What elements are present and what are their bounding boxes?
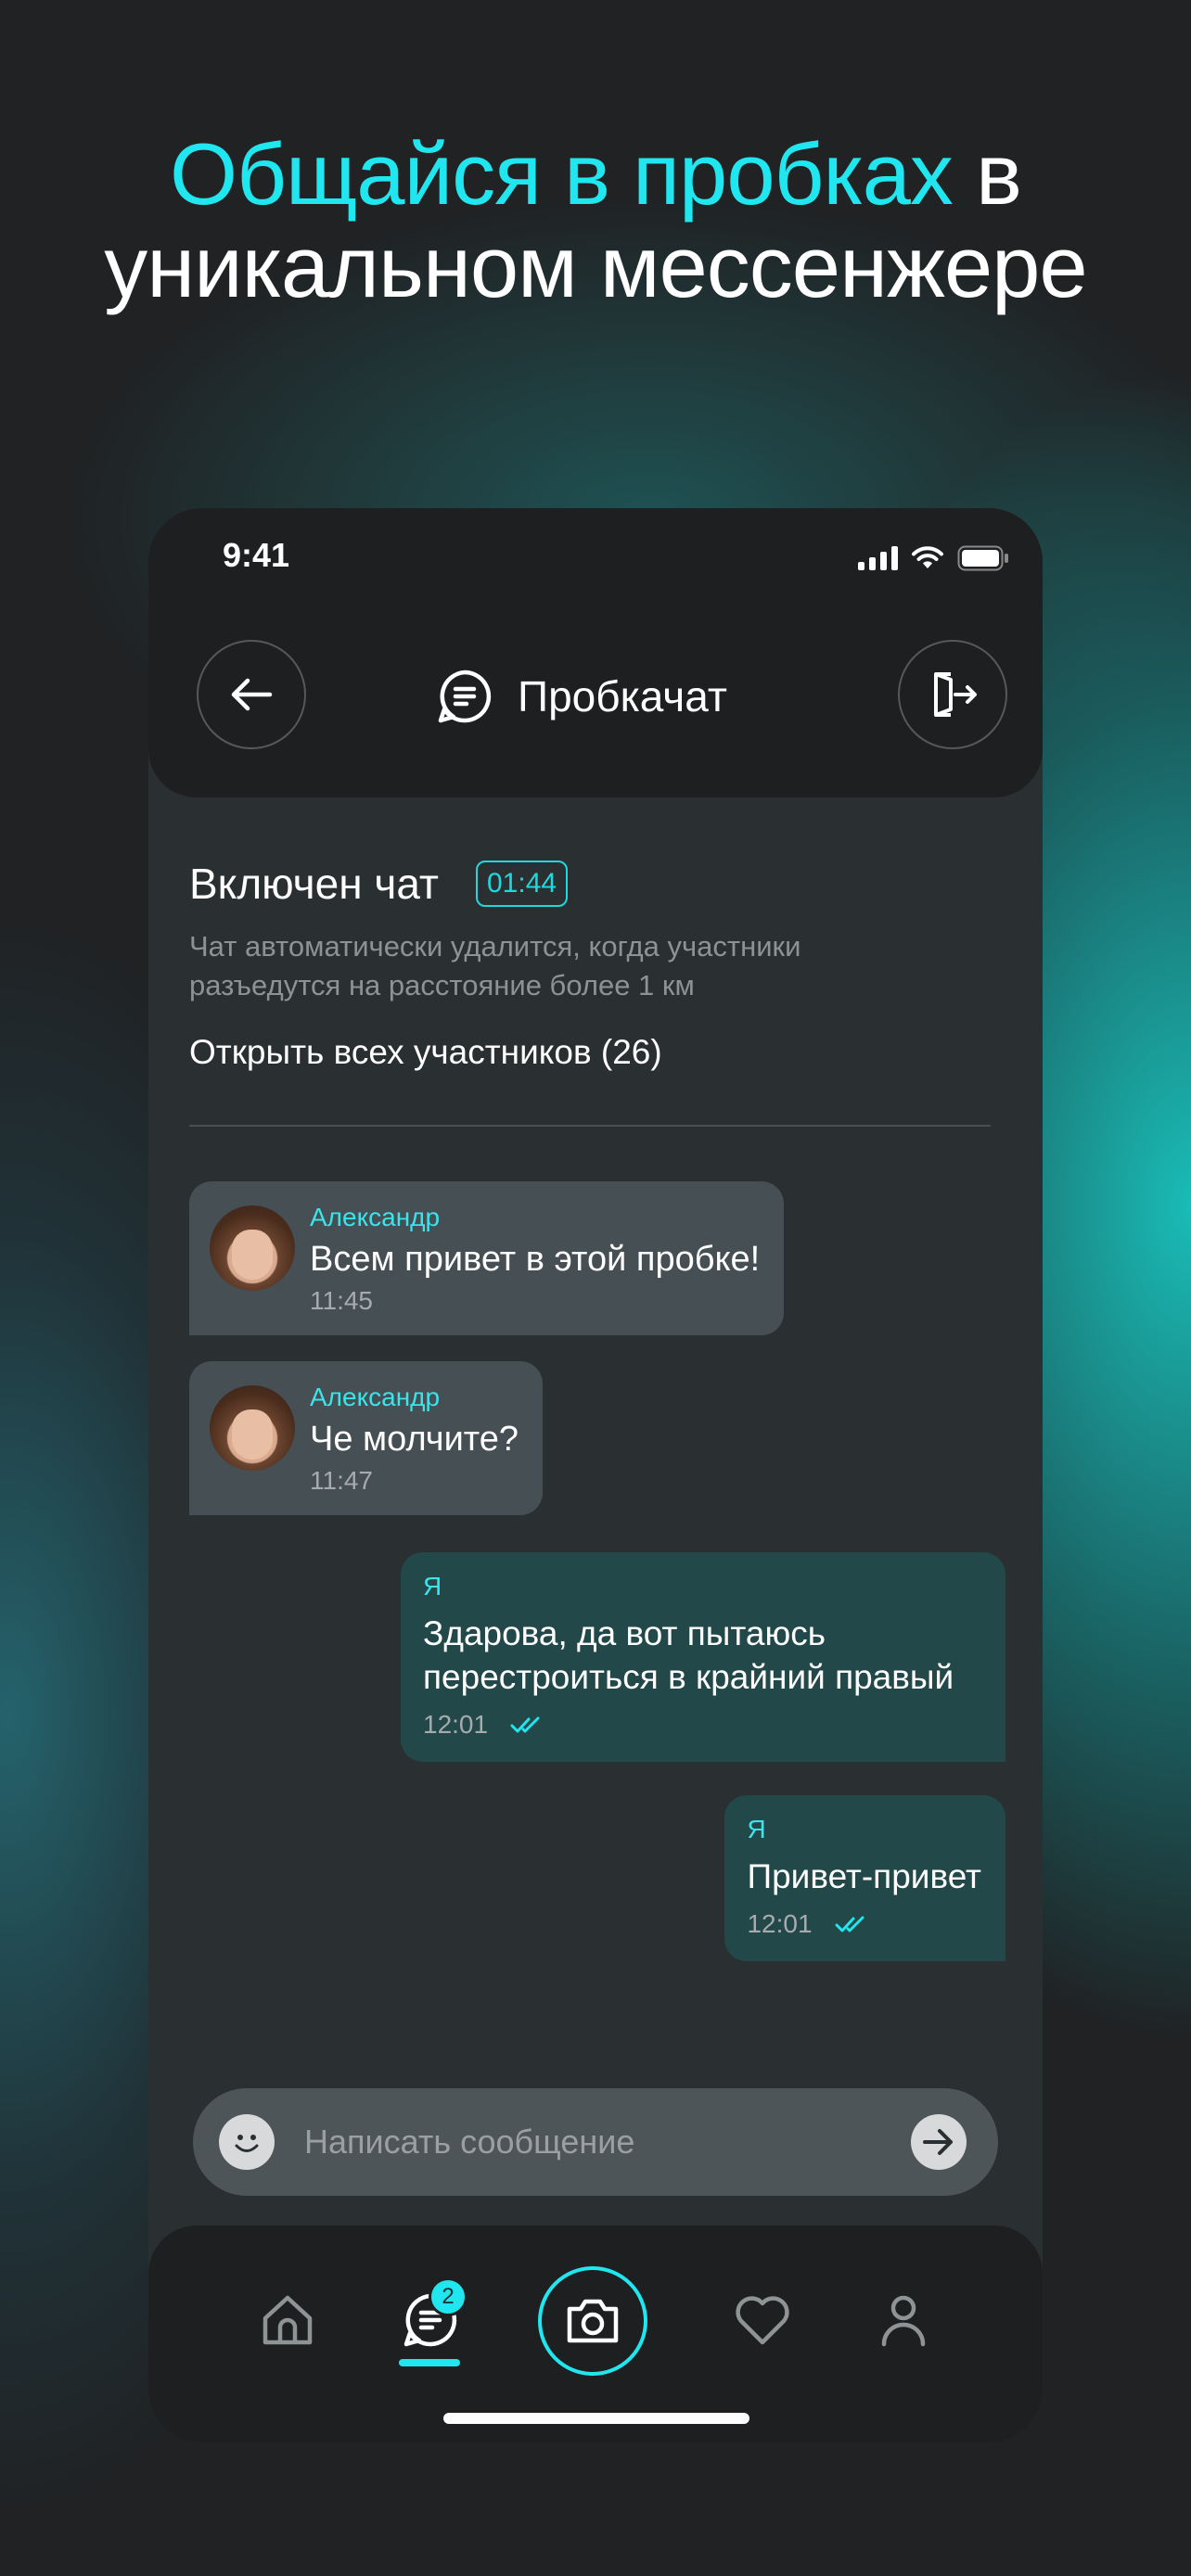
phone-screen: 9:41 Пробкачат Включен чат 01:44 Чат авт… <box>148 508 1043 2442</box>
chat-timer-badge: 01:44 <box>476 861 569 907</box>
double-check-icon <box>510 1716 540 1733</box>
message-time: 11:47 <box>310 1466 373 1495</box>
message-incoming[interactable]: Александр Че молчите? 11:47 <box>189 1361 544 1515</box>
profile-icon <box>881 2295 926 2347</box>
nav-profile[interactable] <box>866 2283 941 2357</box>
avatar <box>210 1385 295 1471</box>
headline-rest: в <box>952 125 1022 223</box>
home-icon <box>263 2295 313 2345</box>
cellular-signal-icon <box>858 546 898 570</box>
emoji-button[interactable] <box>219 2114 275 2170</box>
double-check-icon <box>835 1916 864 1932</box>
message-time: 12:01 <box>423 1710 489 1739</box>
top-bar: 9:41 Пробкачат <box>148 508 1043 797</box>
back-button[interactable] <box>197 640 306 749</box>
home-indicator <box>443 2413 749 2424</box>
nav-favorites[interactable] <box>725 2283 800 2357</box>
headline-accent: Общайся в пробках <box>170 125 954 223</box>
exit-chat-button[interactable] <box>898 640 1007 749</box>
chat-status-description: Чат автоматически удалится, когда участн… <box>189 930 801 1001</box>
nav-home[interactable] <box>250 2283 325 2357</box>
smiley-icon <box>235 2135 259 2152</box>
message-outgoing[interactable]: Я Здарова, да вот пытаюсь перестроиться … <box>401 1552 1005 1762</box>
message-composer <box>193 2088 998 2196</box>
camera-button[interactable] <box>538 2266 647 2376</box>
message-sender: Я <box>747 1815 766 1843</box>
send-button[interactable] <box>911 2114 967 2170</box>
message-input[interactable] <box>304 2123 911 2162</box>
message-time: 12:01 <box>747 1909 813 1938</box>
divider <box>189 1125 991 1127</box>
arrow-left-icon <box>231 678 273 711</box>
message-sender: Я <box>423 1572 442 1600</box>
bottom-nav: 2 <box>148 2225 1043 2442</box>
promo-headline: Общайся в пробках в уникальном мессенжер… <box>0 128 1191 313</box>
status-time: 9:41 <box>223 536 290 574</box>
arrow-right-icon <box>923 2129 953 2155</box>
message-time: 11:45 <box>310 1286 373 1315</box>
message-outgoing[interactable]: Я Привет-привет 12:01 <box>724 1795 1005 1961</box>
chat-bubble-icon <box>438 670 492 723</box>
status-icons <box>858 545 1009 571</box>
wifi-icon <box>912 546 943 568</box>
message-text: Всем привет в этой пробке! <box>310 1240 761 1279</box>
headline-line2: уникальном мессенжере <box>104 218 1087 315</box>
message-incoming[interactable]: Александр Всем привет в этой пробке! 11:… <box>189 1181 785 1335</box>
heart-icon <box>736 2296 789 2345</box>
message-sender: Александр <box>310 1383 441 1411</box>
active-tab-indicator <box>399 2359 460 2366</box>
camera-icon <box>567 2299 619 2343</box>
chat-title: Пробкачат <box>436 668 727 725</box>
chat-badge: 2 <box>429 2277 467 2316</box>
exit-door-icon <box>934 672 977 717</box>
avatar <box>210 1205 295 1291</box>
message-text: Че молчите? <box>310 1420 519 1459</box>
battery-icon <box>957 545 1008 571</box>
chat-status-title: Включен чат <box>189 860 439 908</box>
message-sender: Александр <box>310 1203 441 1231</box>
message-text: Привет-привет <box>747 1857 981 1895</box>
chat-status: Включен чат 01:44 <box>189 859 569 909</box>
app-store-screenshot: Общайся в пробках в уникальном мессенжер… <box>0 0 1191 2576</box>
chat-title-text: Пробкачат <box>518 672 727 721</box>
open-members-link[interactable]: Открыть всех участников (26) <box>189 1033 662 1072</box>
message-text: Здарова, да вот пытаюсь перестроиться в … <box>423 1614 954 1696</box>
